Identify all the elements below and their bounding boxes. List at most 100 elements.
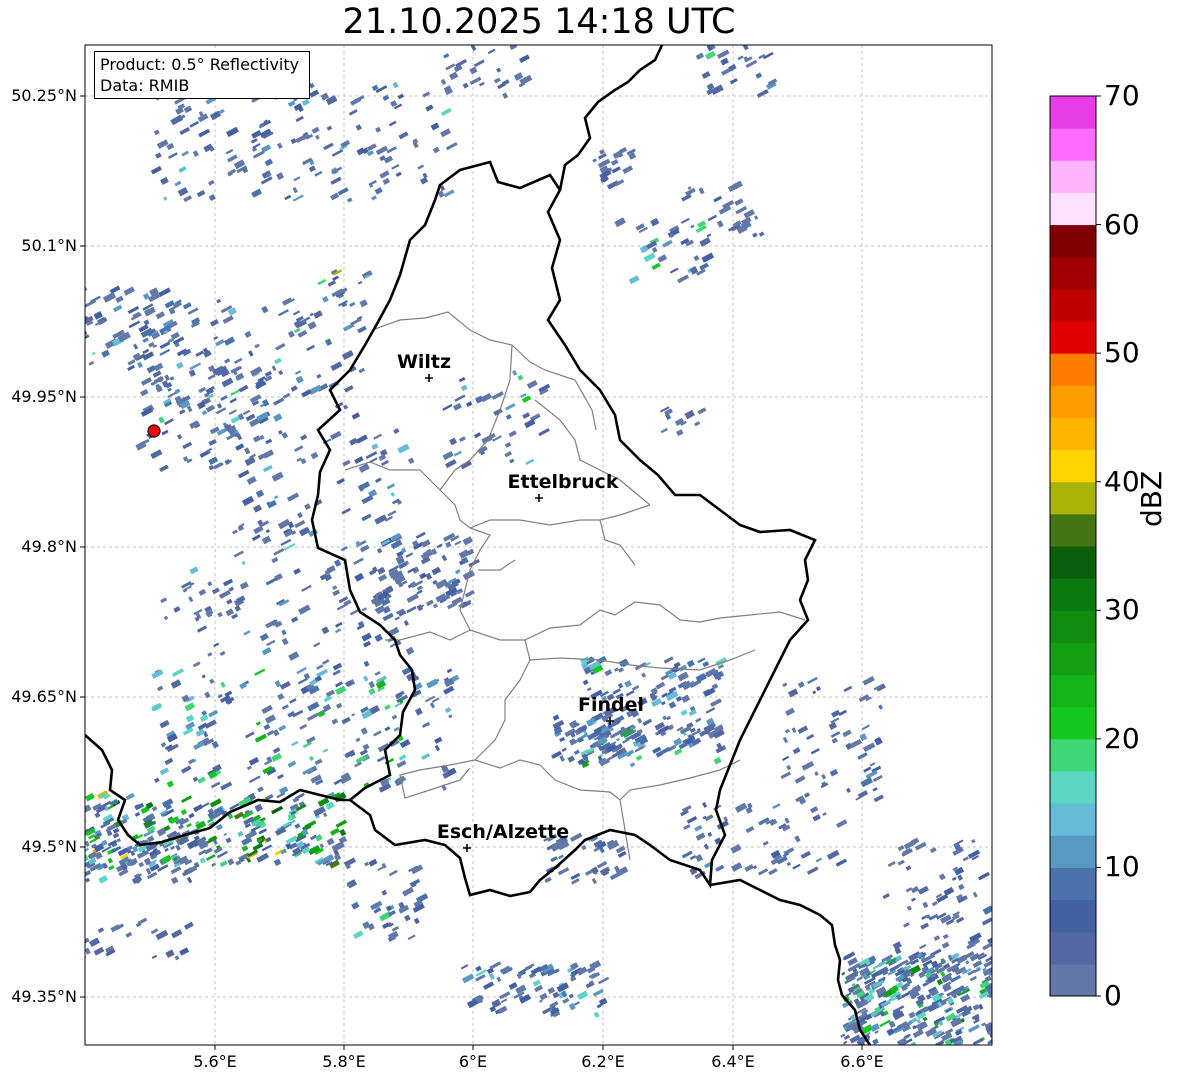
lon-tick-label: 6.2°E: [581, 1052, 625, 1071]
colorbar-segment: [1050, 96, 1096, 129]
colorbar-unit: dBZ: [1135, 470, 1168, 527]
colorbar-tick-label: 20: [1104, 721, 1140, 755]
echo-cell: [992, 865, 1004, 875]
colorbar-tick-label: 0: [1104, 979, 1122, 1012]
product-label: Product: 0.5° Reflectivity: [100, 55, 300, 74]
lon-tick-label: 5.6°E: [193, 1052, 237, 1071]
colorbar-tick-label: 30: [1104, 593, 1140, 627]
echo-cell: [71, 329, 83, 338]
city-esch-alzette-label: Esch/Alzette: [437, 821, 569, 843]
colorbar-segment: [1050, 706, 1096, 740]
city-findel-label: Findel: [578, 694, 644, 716]
echo-cell: [996, 968, 1007, 977]
echo-cell: [991, 998, 992, 1007]
echo-cell: [994, 974, 998, 978]
city-wiltz-label: Wiltz: [397, 351, 451, 373]
echo-cell: [996, 1005, 1001, 1011]
colorbar-segment: [1050, 899, 1096, 933]
echo-cell: [85, 937, 86, 943]
echo-cell: [994, 1018, 1002, 1025]
lat-tick-label: 50.25°N: [11, 86, 77, 105]
colorbar-segment: [1050, 867, 1096, 901]
echo-cell: [997, 1036, 1008, 1044]
lon-tick-label: 6.6°E: [840, 1052, 884, 1071]
colorbar-segment: [1050, 128, 1096, 161]
echo-cell: [994, 984, 1003, 991]
echo-cell: [61, 360, 74, 370]
colorbar-segment: [1050, 256, 1096, 290]
colorbar-tick-label: 50: [1104, 336, 1140, 370]
lat-tick-label: 49.95°N: [11, 387, 77, 406]
radar-map: Wiltz Ettelbruck Findel Esch/Alzette: [61, 44, 1101, 1050]
echo-cell: [61, 334, 70, 341]
colorbar-segment: [1050, 642, 1096, 676]
lat-tick-label: 49.65°N: [11, 687, 77, 706]
echo-cell: [991, 1028, 992, 1036]
colorbar-segment: [1050, 192, 1096, 226]
colorbar-segment: [1050, 481, 1096, 515]
colorbar-tick-label: 10: [1104, 850, 1140, 884]
echo-cell: [74, 314, 84, 322]
echo-cell: [994, 975, 999, 980]
colorbar-segment: [1050, 513, 1096, 547]
echo-cell: [992, 970, 1003, 978]
echo-cell: [993, 996, 1003, 1005]
colorbar-segment: [1050, 449, 1096, 483]
colorbar-segment: [1050, 353, 1096, 386]
colorbar-segment: [1050, 931, 1096, 965]
echo-cell: [74, 871, 82, 877]
echo-cell: [78, 921, 82, 925]
echo-cell: [72, 361, 83, 370]
echo-cell: [993, 964, 999, 971]
echo-cell: [1000, 974, 1008, 981]
echo-cell: [85, 858, 86, 866]
colorbar-segment: [1050, 738, 1096, 772]
echo-cell: [71, 932, 78, 938]
echo-cell: [75, 293, 80, 299]
radar-site: [147, 424, 161, 438]
lon-tick-label: 6.4°E: [711, 1052, 755, 1071]
echo-cell: [1000, 916, 1006, 921]
echo-cell: [996, 969, 1004, 975]
city-ettelbruck-label: Ettelbruck: [508, 471, 619, 493]
colorbar-segment: [1050, 835, 1096, 868]
colorbar-segment: [1050, 224, 1096, 258]
echo-cell: [998, 995, 1010, 1004]
radar-site-marker: [147, 424, 161, 438]
echo-cell: [74, 870, 84, 878]
colorbar: [1050, 95, 1101, 997]
lon-tick-label: 6°E: [458, 1052, 488, 1071]
colorbar-segment: [1050, 610, 1096, 643]
data-source-label: Data: RMIB: [100, 76, 190, 95]
colorbar-segment: [1050, 771, 1096, 804]
colorbar-tick-label: 70: [1104, 79, 1140, 112]
colorbar-segment: [1050, 546, 1096, 579]
info-box: Product: 0.5° Reflectivity Data: RMIB: [94, 51, 310, 99]
colorbar-segment: [1050, 417, 1096, 451]
echo-cell: [72, 953, 81, 960]
colorbar-segment: [1050, 160, 1096, 193]
colorbar-segment: [1050, 288, 1096, 322]
colorbar-segment: [1050, 321, 1096, 354]
colorbar-segment: [1050, 963, 1096, 997]
echo-cell: [1000, 986, 1010, 994]
lat-tick-label: 50.1°N: [21, 236, 77, 255]
echo-cell: [993, 976, 1003, 985]
colorbar-segment: [1050, 385, 1096, 418]
echo-cell: [70, 827, 74, 831]
lat-tick-label: 49.35°N: [11, 987, 77, 1006]
map-background: [85, 45, 992, 1045]
echo-cell: [65, 293, 76, 302]
echo-cell: [72, 802, 81, 808]
colorbar-segment: [1050, 803, 1096, 836]
echo-cell: [993, 1040, 1000, 1045]
lat-tick-label: 49.8°N: [21, 537, 77, 556]
echo-cell: [67, 822, 75, 828]
echo-cell: [68, 797, 79, 806]
echo-cell: [999, 974, 1004, 980]
colorbar-segment: [1050, 578, 1096, 611]
echo-cell: [993, 1001, 1000, 1006]
colorbar-segment: [1050, 674, 1096, 708]
lat-tick-label: 49.5°N: [21, 837, 77, 856]
echo-cell: [71, 356, 81, 363]
